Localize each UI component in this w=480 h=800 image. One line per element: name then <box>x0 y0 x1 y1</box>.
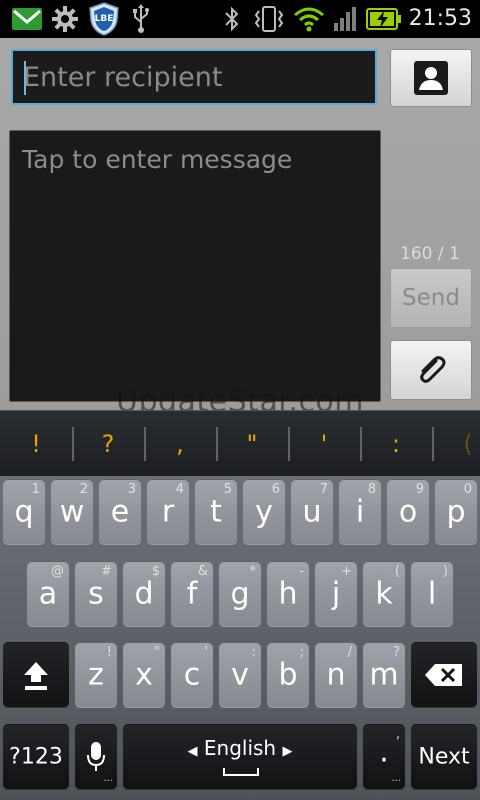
recipient-field[interactable] <box>11 49 377 105</box>
key-j[interactable]: + j <box>315 561 357 627</box>
key-g[interactable]: * g <box>219 561 261 627</box>
backspace-key[interactable] <box>411 642 477 708</box>
suggestion-item[interactable]: ( <box>432 411 480 477</box>
language-right-arrow-icon: ▶ <box>282 744 293 759</box>
symbols-key[interactable]: ?123 <box>3 724 69 790</box>
key-i[interactable]: 8i <box>339 479 381 545</box>
signal-icon <box>332 4 360 34</box>
message-field[interactable] <box>9 130 381 402</box>
attach-button[interactable] <box>390 340 472 400</box>
compose-area: 160 / 1 Send <box>0 38 480 410</box>
status-bar: LBE 21:53 <box>0 0 480 38</box>
key-d[interactable]: $ d <box>123 561 165 627</box>
key-h[interactable]: -h <box>267 561 309 627</box>
space-language-key[interactable]: ◀ English ▶ <box>123 724 357 790</box>
suggestion-item[interactable]: " <box>216 411 288 477</box>
key-t[interactable]: 5t <box>195 479 237 545</box>
key-z[interactable]: ! z <box>75 642 117 708</box>
key-q[interactable]: 1q <box>3 479 45 545</box>
voice-input-key[interactable]: ··· <box>75 724 117 790</box>
key-l[interactable]: ) l <box>411 561 453 627</box>
key-o[interactable]: 9o <box>387 479 429 545</box>
key-p[interactable]: 0p <box>435 479 477 545</box>
message-input[interactable] <box>10 131 380 401</box>
character-counter: 160 / 1 <box>400 244 460 264</box>
send-button[interactable]: Send <box>390 268 472 328</box>
key-y[interactable]: 6y <box>243 479 285 545</box>
gmail-icon <box>10 4 44 34</box>
suggestion-strip: ! ? , " ' : ( <box>0 410 480 477</box>
key-a[interactable]: @ a <box>27 561 69 627</box>
paperclip-icon <box>420 356 446 383</box>
key-m[interactable]: ? m <box>363 642 405 708</box>
suggestion-item[interactable]: : <box>360 411 432 477</box>
voice-more-indicator: ··· <box>103 776 113 787</box>
backspace-icon <box>425 664 462 686</box>
key-k[interactable]: (k <box>363 561 405 627</box>
status-time: 21:53 <box>408 6 472 31</box>
language-switch-label: ◀ English ▶ <box>123 736 357 760</box>
shift-key[interactable] <box>3 642 69 708</box>
key-r[interactable]: 4r <box>147 479 189 545</box>
microphone-icon <box>87 742 105 771</box>
language-left-arrow-icon: ◀ <box>187 744 198 759</box>
key-w[interactable]: 2w <box>51 479 93 545</box>
settings-icon <box>50 4 80 34</box>
key-v[interactable]: :v <box>219 642 261 708</box>
suggestion-item[interactable]: ! <box>0 411 72 477</box>
contact-picker-button[interactable] <box>390 49 472 107</box>
suggestion-item[interactable]: , <box>144 411 216 477</box>
period-more-indicator: ··· <box>391 776 401 787</box>
next-key[interactable]: Next <box>411 724 477 790</box>
battery-charging-icon <box>366 4 402 34</box>
key-f[interactable]: & f <box>171 561 213 627</box>
text-cursor <box>24 61 26 95</box>
key-e[interactable]: 3e <box>99 479 141 545</box>
key-x[interactable]: " x <box>123 642 165 708</box>
key-b[interactable]: ; b <box>267 642 309 708</box>
recipient-input[interactable] <box>13 51 375 103</box>
lbe-label: LBE <box>94 14 114 24</box>
contact-icon <box>414 61 448 95</box>
space-bar-icon <box>223 768 259 776</box>
shift-arrow-icon <box>24 662 48 690</box>
key-u[interactable]: 7u <box>291 479 333 545</box>
suggestion-item[interactable]: ? <box>72 411 144 477</box>
key-c[interactable]: ' c <box>171 642 213 708</box>
vibrate-icon <box>254 4 284 34</box>
bluetooth-icon <box>222 4 242 34</box>
key-n[interactable]: / n <box>315 642 357 708</box>
usb-icon <box>130 4 152 34</box>
suggestion-item[interactable]: ' <box>288 411 360 477</box>
soft-keyboard: 1q 2w 3e 4r 5t 6y 7u 8i 9o 0p @ a # s $ d &… <box>0 476 480 800</box>
language-label: English <box>203 736 277 760</box>
wifi-icon <box>292 4 326 34</box>
key-s[interactable]: # s <box>75 561 117 627</box>
lbe-shield-icon: LBE <box>86 2 122 36</box>
period-key[interactable]: , . ··· <box>363 724 405 790</box>
